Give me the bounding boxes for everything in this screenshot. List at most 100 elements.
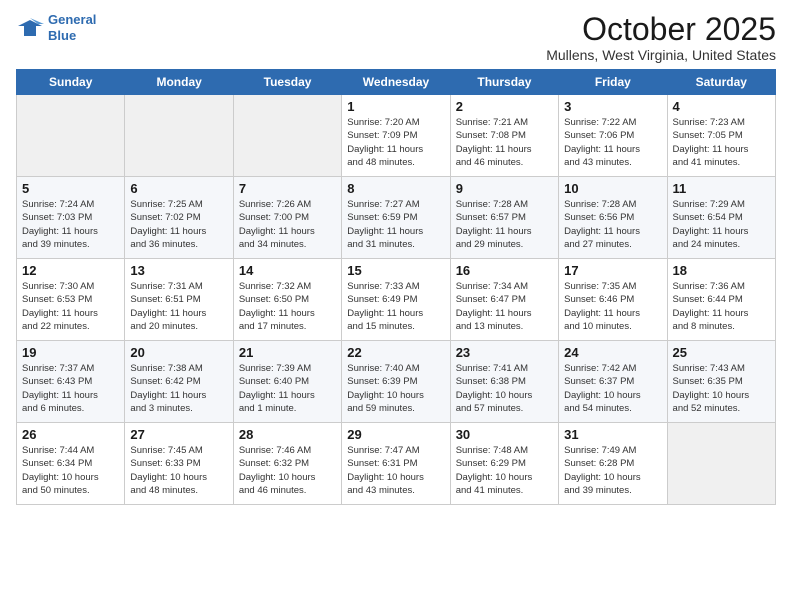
day-number: 11 xyxy=(673,181,770,196)
location: Mullens, West Virginia, United States xyxy=(546,47,776,63)
calendar-table: SundayMondayTuesdayWednesdayThursdayFrid… xyxy=(16,69,776,505)
day-info: Sunrise: 7:31 AM Sunset: 6:51 PM Dayligh… xyxy=(130,280,227,333)
day-number: 23 xyxy=(456,345,553,360)
day-info: Sunrise: 7:28 AM Sunset: 6:56 PM Dayligh… xyxy=(564,198,661,251)
calendar-cell xyxy=(125,95,233,177)
day-info: Sunrise: 7:34 AM Sunset: 6:47 PM Dayligh… xyxy=(456,280,553,333)
logo: General Blue xyxy=(16,12,96,43)
day-info: Sunrise: 7:45 AM Sunset: 6:33 PM Dayligh… xyxy=(130,444,227,497)
day-number: 20 xyxy=(130,345,227,360)
logo-text: General Blue xyxy=(48,12,96,43)
calendar-cell: 4Sunrise: 7:23 AM Sunset: 7:05 PM Daylig… xyxy=(667,95,775,177)
day-info: Sunrise: 7:44 AM Sunset: 6:34 PM Dayligh… xyxy=(22,444,119,497)
day-number: 26 xyxy=(22,427,119,442)
day-number: 30 xyxy=(456,427,553,442)
day-number: 22 xyxy=(347,345,444,360)
calendar-cell: 7 Sunrise: 7:26 AM Sunset: 7:00 PM Daylig… xyxy=(233,177,341,259)
day-info: Sunrise: 7:42 AM Sunset: 6:37 PM Dayligh… xyxy=(564,362,661,415)
calendar-cell: 24 Sunrise: 7:42 AM Sunset: 6:37 PM Dayli… xyxy=(559,341,667,423)
month-title: October 2025 xyxy=(546,12,776,47)
title-block: October 2025 Mullens, West Virginia, Uni… xyxy=(546,12,776,63)
calendar-cell: 16 Sunrise: 7:34 AM Sunset: 6:47 PM Dayli… xyxy=(450,259,558,341)
calendar-cell: 3Sunrise: 7:22 AM Sunset: 7:06 PM Daylig… xyxy=(559,95,667,177)
calendar-cell: 28 Sunrise: 7:46 AM Sunset: 6:32 PM Dayli… xyxy=(233,423,341,505)
day-number: 19 xyxy=(22,345,119,360)
calendar-cell: 13 Sunrise: 7:31 AM Sunset: 6:51 PM Dayli… xyxy=(125,259,233,341)
day-info: Sunrise: 7:38 AM Sunset: 6:42 PM Dayligh… xyxy=(130,362,227,415)
day-info: Sunrise: 7:40 AM Sunset: 6:39 PM Dayligh… xyxy=(347,362,444,415)
day-info: Sunrise: 7:21 AM Sunset: 7:08 PM Dayligh… xyxy=(456,116,553,169)
day-number: 6 xyxy=(130,181,227,196)
calendar-cell: 14 Sunrise: 7:32 AM Sunset: 6:50 PM Dayli… xyxy=(233,259,341,341)
weekday-header: Wednesday xyxy=(342,70,450,95)
day-number: 9 xyxy=(456,181,553,196)
day-number: 1 xyxy=(347,99,444,114)
day-info: Sunrise: 7:47 AM Sunset: 6:31 PM Dayligh… xyxy=(347,444,444,497)
day-number: 13 xyxy=(130,263,227,278)
calendar-cell: 1 Sunrise: 7:20 AM Sunset: 7:09 PM Daylig… xyxy=(342,95,450,177)
calendar-cell: 15 Sunrise: 7:33 AM Sunset: 6:49 PM Dayli… xyxy=(342,259,450,341)
calendar-header: SundayMondayTuesdayWednesdayThursdayFrid… xyxy=(17,70,776,95)
weekday-header: Friday xyxy=(559,70,667,95)
calendar-cell: 26 Sunrise: 7:44 AM Sunset: 6:34 PM Dayli… xyxy=(17,423,125,505)
day-info: Sunrise: 7:26 AM Sunset: 7:00 PM Dayligh… xyxy=(239,198,336,251)
day-number: 8 xyxy=(347,181,444,196)
calendar-week-row: 26 Sunrise: 7:44 AM Sunset: 6:34 PM Dayli… xyxy=(17,423,776,505)
day-info: Sunrise: 7:30 AM Sunset: 6:53 PM Dayligh… xyxy=(22,280,119,333)
day-info: Sunrise: 7:33 AM Sunset: 6:49 PM Dayligh… xyxy=(347,280,444,333)
day-number: 7 xyxy=(239,181,336,196)
day-number: 24 xyxy=(564,345,661,360)
day-info: Sunrise: 7:27 AM Sunset: 6:59 PM Dayligh… xyxy=(347,198,444,251)
weekday-header: Tuesday xyxy=(233,70,341,95)
day-number: 17 xyxy=(564,263,661,278)
day-number: 14 xyxy=(239,263,336,278)
calendar-week-row: 12Sunrise: 7:30 AM Sunset: 6:53 PM Dayli… xyxy=(17,259,776,341)
calendar-cell: 19Sunrise: 7:37 AM Sunset: 6:43 PM Dayli… xyxy=(17,341,125,423)
calendar-cell: 29 Sunrise: 7:47 AM Sunset: 6:31 PM Dayli… xyxy=(342,423,450,505)
calendar-week-row: 19Sunrise: 7:37 AM Sunset: 6:43 PM Dayli… xyxy=(17,341,776,423)
weekday-header: Saturday xyxy=(667,70,775,95)
day-info: Sunrise: 7:20 AM Sunset: 7:09 PM Dayligh… xyxy=(347,116,444,169)
day-info: Sunrise: 7:46 AM Sunset: 6:32 PM Dayligh… xyxy=(239,444,336,497)
calendar-cell: 8 Sunrise: 7:27 AM Sunset: 6:59 PM Daylig… xyxy=(342,177,450,259)
weekday-header: Sunday xyxy=(17,70,125,95)
day-number: 15 xyxy=(347,263,444,278)
day-number: 31 xyxy=(564,427,661,442)
calendar-cell: 11 Sunrise: 7:29 AM Sunset: 6:54 PM Dayli… xyxy=(667,177,775,259)
calendar-cell xyxy=(17,95,125,177)
day-info: Sunrise: 7:32 AM Sunset: 6:50 PM Dayligh… xyxy=(239,280,336,333)
logo-bird-icon xyxy=(16,16,44,40)
day-info: Sunrise: 7:24 AM Sunset: 7:03 PM Dayligh… xyxy=(22,198,119,251)
day-info: Sunrise: 7:43 AM Sunset: 6:35 PM Dayligh… xyxy=(673,362,770,415)
calendar-cell: 27Sunrise: 7:45 AM Sunset: 6:33 PM Dayli… xyxy=(125,423,233,505)
day-info: Sunrise: 7:36 AM Sunset: 6:44 PM Dayligh… xyxy=(673,280,770,333)
day-number: 28 xyxy=(239,427,336,442)
calendar-cell: 5 Sunrise: 7:24 AM Sunset: 7:03 PM Daylig… xyxy=(17,177,125,259)
calendar-cell: 21Sunrise: 7:39 AM Sunset: 6:40 PM Dayli… xyxy=(233,341,341,423)
day-number: 25 xyxy=(673,345,770,360)
calendar-cell: 30 Sunrise: 7:48 AM Sunset: 6:29 PM Dayli… xyxy=(450,423,558,505)
calendar-cell: 20 Sunrise: 7:38 AM Sunset: 6:42 PM Dayli… xyxy=(125,341,233,423)
calendar-cell: 23 Sunrise: 7:41 AM Sunset: 6:38 PM Dayli… xyxy=(450,341,558,423)
day-number: 21 xyxy=(239,345,336,360)
day-number: 10 xyxy=(564,181,661,196)
weekday-row: SundayMondayTuesdayWednesdayThursdayFrid… xyxy=(17,70,776,95)
day-info: Sunrise: 7:35 AM Sunset: 6:46 PM Dayligh… xyxy=(564,280,661,333)
calendar-week-row: 1 Sunrise: 7:20 AM Sunset: 7:09 PM Daylig… xyxy=(17,95,776,177)
calendar-cell: 25 Sunrise: 7:43 AM Sunset: 6:35 PM Dayli… xyxy=(667,341,775,423)
day-number: 16 xyxy=(456,263,553,278)
calendar-cell: 6Sunrise: 7:25 AM Sunset: 7:02 PM Daylig… xyxy=(125,177,233,259)
calendar-cell: 2Sunrise: 7:21 AM Sunset: 7:08 PM Daylig… xyxy=(450,95,558,177)
day-info: Sunrise: 7:41 AM Sunset: 6:38 PM Dayligh… xyxy=(456,362,553,415)
day-number: 5 xyxy=(22,181,119,196)
calendar-body: 1 Sunrise: 7:20 AM Sunset: 7:09 PM Daylig… xyxy=(17,95,776,505)
day-info: Sunrise: 7:48 AM Sunset: 6:29 PM Dayligh… xyxy=(456,444,553,497)
calendar-cell: 18 Sunrise: 7:36 AM Sunset: 6:44 PM Dayli… xyxy=(667,259,775,341)
day-number: 29 xyxy=(347,427,444,442)
day-number: 18 xyxy=(673,263,770,278)
weekday-header: Thursday xyxy=(450,70,558,95)
weekday-header: Monday xyxy=(125,70,233,95)
day-info: Sunrise: 7:49 AM Sunset: 6:28 PM Dayligh… xyxy=(564,444,661,497)
day-info: Sunrise: 7:23 AM Sunset: 7:05 PM Dayligh… xyxy=(673,116,770,169)
day-info: Sunrise: 7:29 AM Sunset: 6:54 PM Dayligh… xyxy=(673,198,770,251)
